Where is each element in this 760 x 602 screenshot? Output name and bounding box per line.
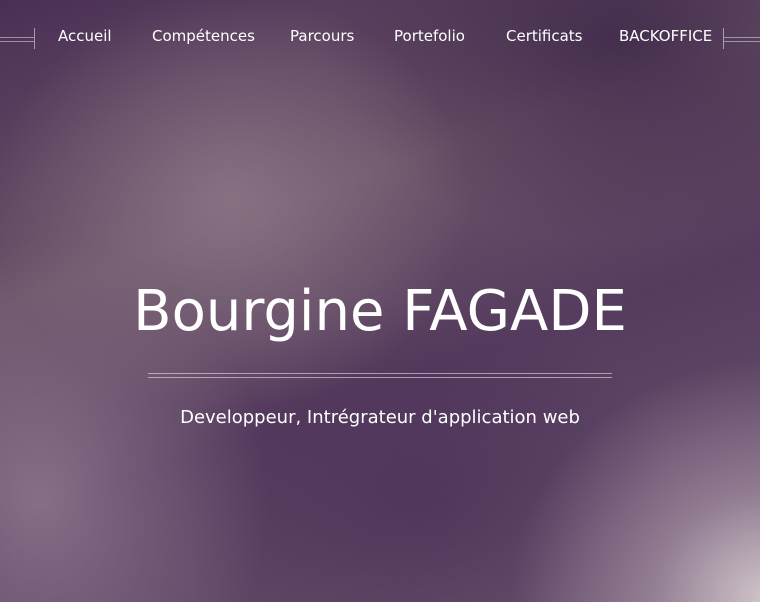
- hero-divider: [148, 373, 612, 378]
- nav-item-certificats[interactable]: Certificats: [506, 26, 583, 46]
- nav-item-parcours[interactable]: Parcours: [290, 26, 354, 46]
- nav-item-competences[interactable]: Compétences: [152, 26, 255, 46]
- hero-subtitle: Developpeur, Intrégrateur d'application …: [180, 407, 580, 428]
- nav-decorative-line-left: [0, 37, 34, 42]
- hero-title: Bourgine FAGADE: [133, 279, 627, 344]
- nav-decorative-line-right: [724, 37, 760, 42]
- nav-item-backoffice[interactable]: BACKOFFICE: [619, 26, 712, 46]
- nav-item-accueil[interactable]: Accueil: [58, 26, 112, 46]
- nav-item-portefolio[interactable]: Portefolio: [394, 26, 465, 46]
- nav-decorative-tick-left: [34, 28, 35, 49]
- top-navigation: Accueil Compétences Parcours Portefolio …: [0, 0, 760, 72]
